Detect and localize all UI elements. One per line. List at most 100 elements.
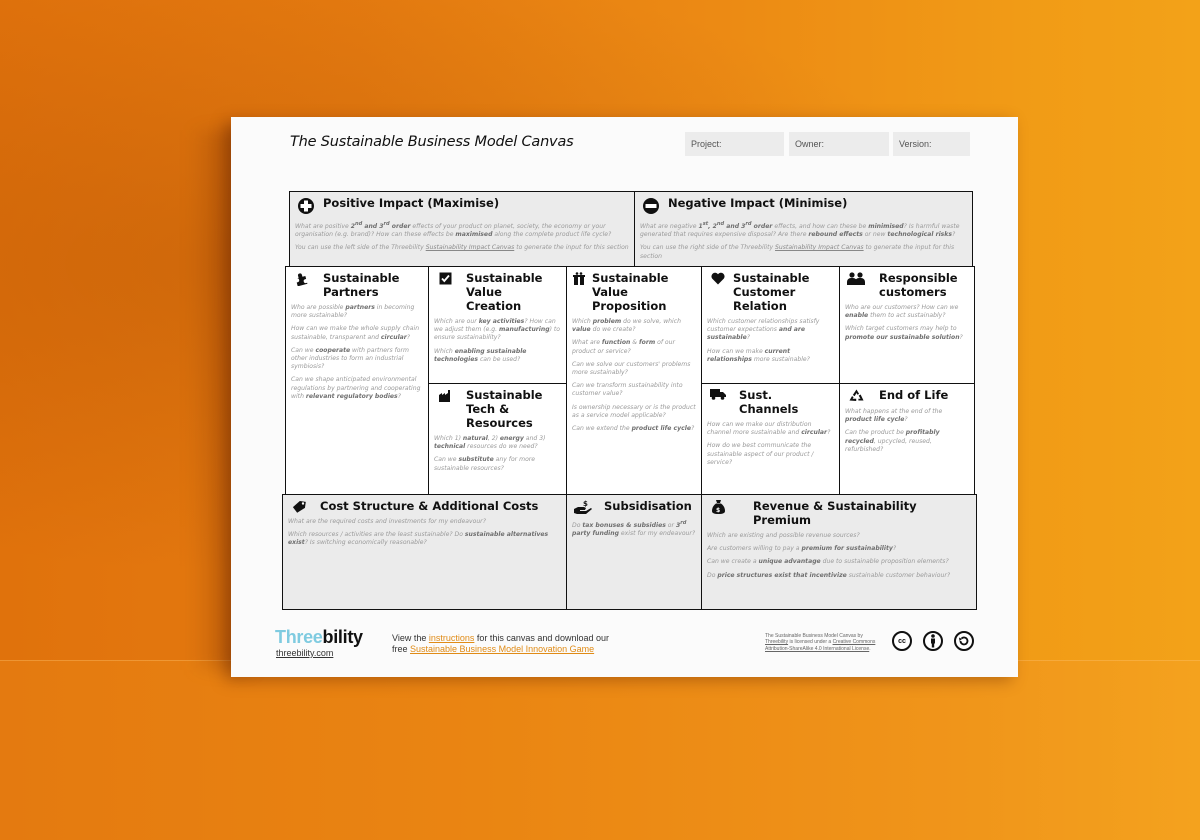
question: You can use the left side of the Threebi… — [295, 244, 629, 252]
share-alike-icon — [954, 631, 974, 651]
question: What are positive 2nd and 3rd order effe… — [295, 221, 612, 239]
block-title: Sustainable Partners — [323, 271, 400, 299]
money-bag-icon: $ — [707, 500, 729, 514]
question: Which target customers may help to promo… — [845, 325, 963, 341]
block-subsidisation[interactable]: $ Subsidisation Do tax bonuses & subsidi… — [566, 494, 703, 610]
footer-text: for this canvas and download our — [474, 633, 609, 643]
question: How can we make our distribution channel… — [707, 421, 831, 437]
license-line: The Sustainable Business Model Canvas by — [765, 633, 863, 639]
block-title: Sustainable Value Creation — [466, 271, 543, 313]
poster-title: The Sustainable Business Model Canvas — [290, 134, 574, 150]
attribution-icon — [923, 631, 943, 651]
block-title: Sust. Channels — [739, 388, 799, 416]
cc-icon: cc — [892, 631, 912, 651]
version-field[interactable]: Version: — [893, 132, 970, 156]
hand-money-icon: $ — [572, 500, 594, 514]
footer-text: View the — [392, 633, 429, 643]
question: Can we extend the product life cycle? — [572, 425, 695, 433]
minus-circle-icon — [640, 197, 662, 215]
question: Who are possible partners in becoming mo… — [291, 304, 415, 320]
block-end-of-life[interactable]: End of Life What happens at the end of t… — [839, 383, 975, 496]
block-revenue[interactable]: $ Revenue & Sustainability Premium Which… — [701, 494, 977, 610]
question: Can we shape anticipated environmental r… — [291, 376, 421, 400]
recycle-icon — [845, 389, 867, 403]
block-title: Revenue & Sustainability Premium — [753, 499, 917, 527]
block-sustainable-tech-resources[interactable]: Sustainable Tech & Resources Which 1) na… — [428, 383, 567, 496]
project-field[interactable]: Project: — [685, 132, 784, 156]
block-negative-impact[interactable]: Negative Impact (Minimise) What are nega… — [634, 191, 973, 267]
question: Are customers willing to pay a premium f… — [707, 545, 897, 553]
plus-circle-icon — [295, 197, 317, 215]
question: Can we transform sustainability into cus… — [572, 382, 683, 398]
question: Which 1) natural, 2) energy and 3) techn… — [434, 435, 546, 451]
footer-instructions-text: View the instructions for this canvas an… — [392, 633, 609, 655]
block-positive-impact[interactable]: Positive Impact (Maximise) What are posi… — [289, 191, 636, 267]
canvas-poster: The Sustainable Business Model Canvas Pr… — [231, 117, 1018, 677]
question: Which are existing and possible revenue … — [707, 532, 860, 539]
svg-text:$: $ — [583, 500, 588, 508]
question: Can we create a unique advantage due to … — [707, 558, 949, 566]
block-title: Sustainable Value Proposition — [592, 271, 669, 313]
question: What happens at the end of the product l… — [845, 408, 943, 424]
question: Which customer relationships satisfy cus… — [707, 318, 820, 342]
question: Can the product be profitably recycled, … — [845, 429, 940, 453]
question: How do we best communicate the sustainab… — [707, 442, 814, 466]
block-title: Negative Impact (Minimise) — [668, 196, 848, 210]
question: What are the required costs and investme… — [288, 518, 486, 525]
people-icon — [845, 272, 867, 285]
question: Which are our key activities? How can we… — [434, 318, 561, 342]
block-sustainable-partners[interactable]: Sustainable Partners Who are possible pa… — [285, 266, 429, 496]
logo-part-bility: bility — [322, 627, 364, 647]
block-title: Cost Structure & Additional Costs — [320, 499, 539, 513]
threebility-logo: Threebility — [275, 627, 363, 648]
block-sustainable-customer-relation[interactable]: Sustainable Customer Relation Which cust… — [701, 266, 840, 385]
question: You can use the right side of the Threeb… — [640, 244, 955, 260]
truck-icon — [707, 389, 729, 400]
svg-text:$: $ — [716, 507, 720, 514]
cc-badges[interactable]: cc — [892, 631, 974, 651]
question: Who are our customers? How can we enable… — [845, 304, 959, 320]
question: Is ownership necessary or is the product… — [572, 403, 696, 419]
checkbox-icon — [434, 272, 456, 285]
heart-icon — [707, 272, 729, 285]
question: Can we solve our customers' problems mor… — [572, 360, 691, 377]
block-cost-structure[interactable]: Cost Structure & Additional Costs What a… — [282, 494, 567, 610]
website-link[interactable]: threebility.com — [276, 648, 333, 658]
block-title: Sustainable Tech & Resources — [466, 388, 543, 430]
block-sustainable-value-proposition[interactable]: Sustainable Value Proposition Which prob… — [566, 266, 703, 496]
question: Which problem do we solve, which value d… — [572, 318, 681, 334]
block-sustainable-channels[interactable]: Sust. Channels How can we make our distr… — [701, 383, 840, 496]
question: How can we make current relationships mo… — [707, 347, 810, 363]
gift-icon — [572, 272, 586, 285]
question: What are negative 1st, 2nd and 3rd order… — [640, 221, 960, 239]
license-line: is licensed under a — [788, 639, 833, 646]
game-link[interactable]: Sustainable Business Model Innovation Ga… — [410, 644, 594, 654]
logo-part-three: Three — [275, 627, 323, 647]
question: Do price structures exist that incentivi… — [707, 571, 951, 579]
tag-icon — [288, 500, 310, 513]
question: Which enabling sustainable technologies … — [434, 347, 527, 363]
floor-background — [0, 660, 1200, 840]
instructions-link[interactable]: instructions — [429, 633, 475, 643]
question: How can we make the whole supply chain s… — [291, 325, 420, 341]
question: Do tax bonuses & subsidies or 3rd party … — [572, 520, 696, 538]
block-title: End of Life — [879, 388, 949, 402]
block-title: Positive Impact (Maximise) — [323, 196, 500, 210]
question: Can we cooperate with partners form othe… — [291, 346, 409, 371]
author-link[interactable]: Threebility — [765, 639, 788, 645]
license-text: The Sustainable Business Model Canvas by… — [765, 633, 895, 652]
question: What are function & form of our product … — [572, 339, 676, 355]
block-title: Responsible customers — [879, 271, 958, 299]
question: Which resources / activities are the lea… — [288, 531, 549, 547]
puzzle-icon — [291, 272, 313, 286]
block-title: Subsidisation — [604, 499, 692, 513]
question: Can we substitute any for more sustainab… — [434, 456, 536, 472]
license-line: . — [869, 645, 871, 652]
block-sustainable-value-creation[interactable]: Sustainable Value Creation Which are our… — [428, 266, 567, 385]
block-title: Sustainable Customer Relation — [733, 271, 810, 313]
factory-icon — [434, 389, 456, 403]
owner-field[interactable]: Owner: — [789, 132, 889, 156]
canvas-grid: Positive Impact (Maximise) What are posi… — [282, 191, 977, 611]
footer-text: free — [392, 644, 411, 654]
block-responsible-customers[interactable]: Responsible customers Who are our custom… — [839, 266, 975, 385]
